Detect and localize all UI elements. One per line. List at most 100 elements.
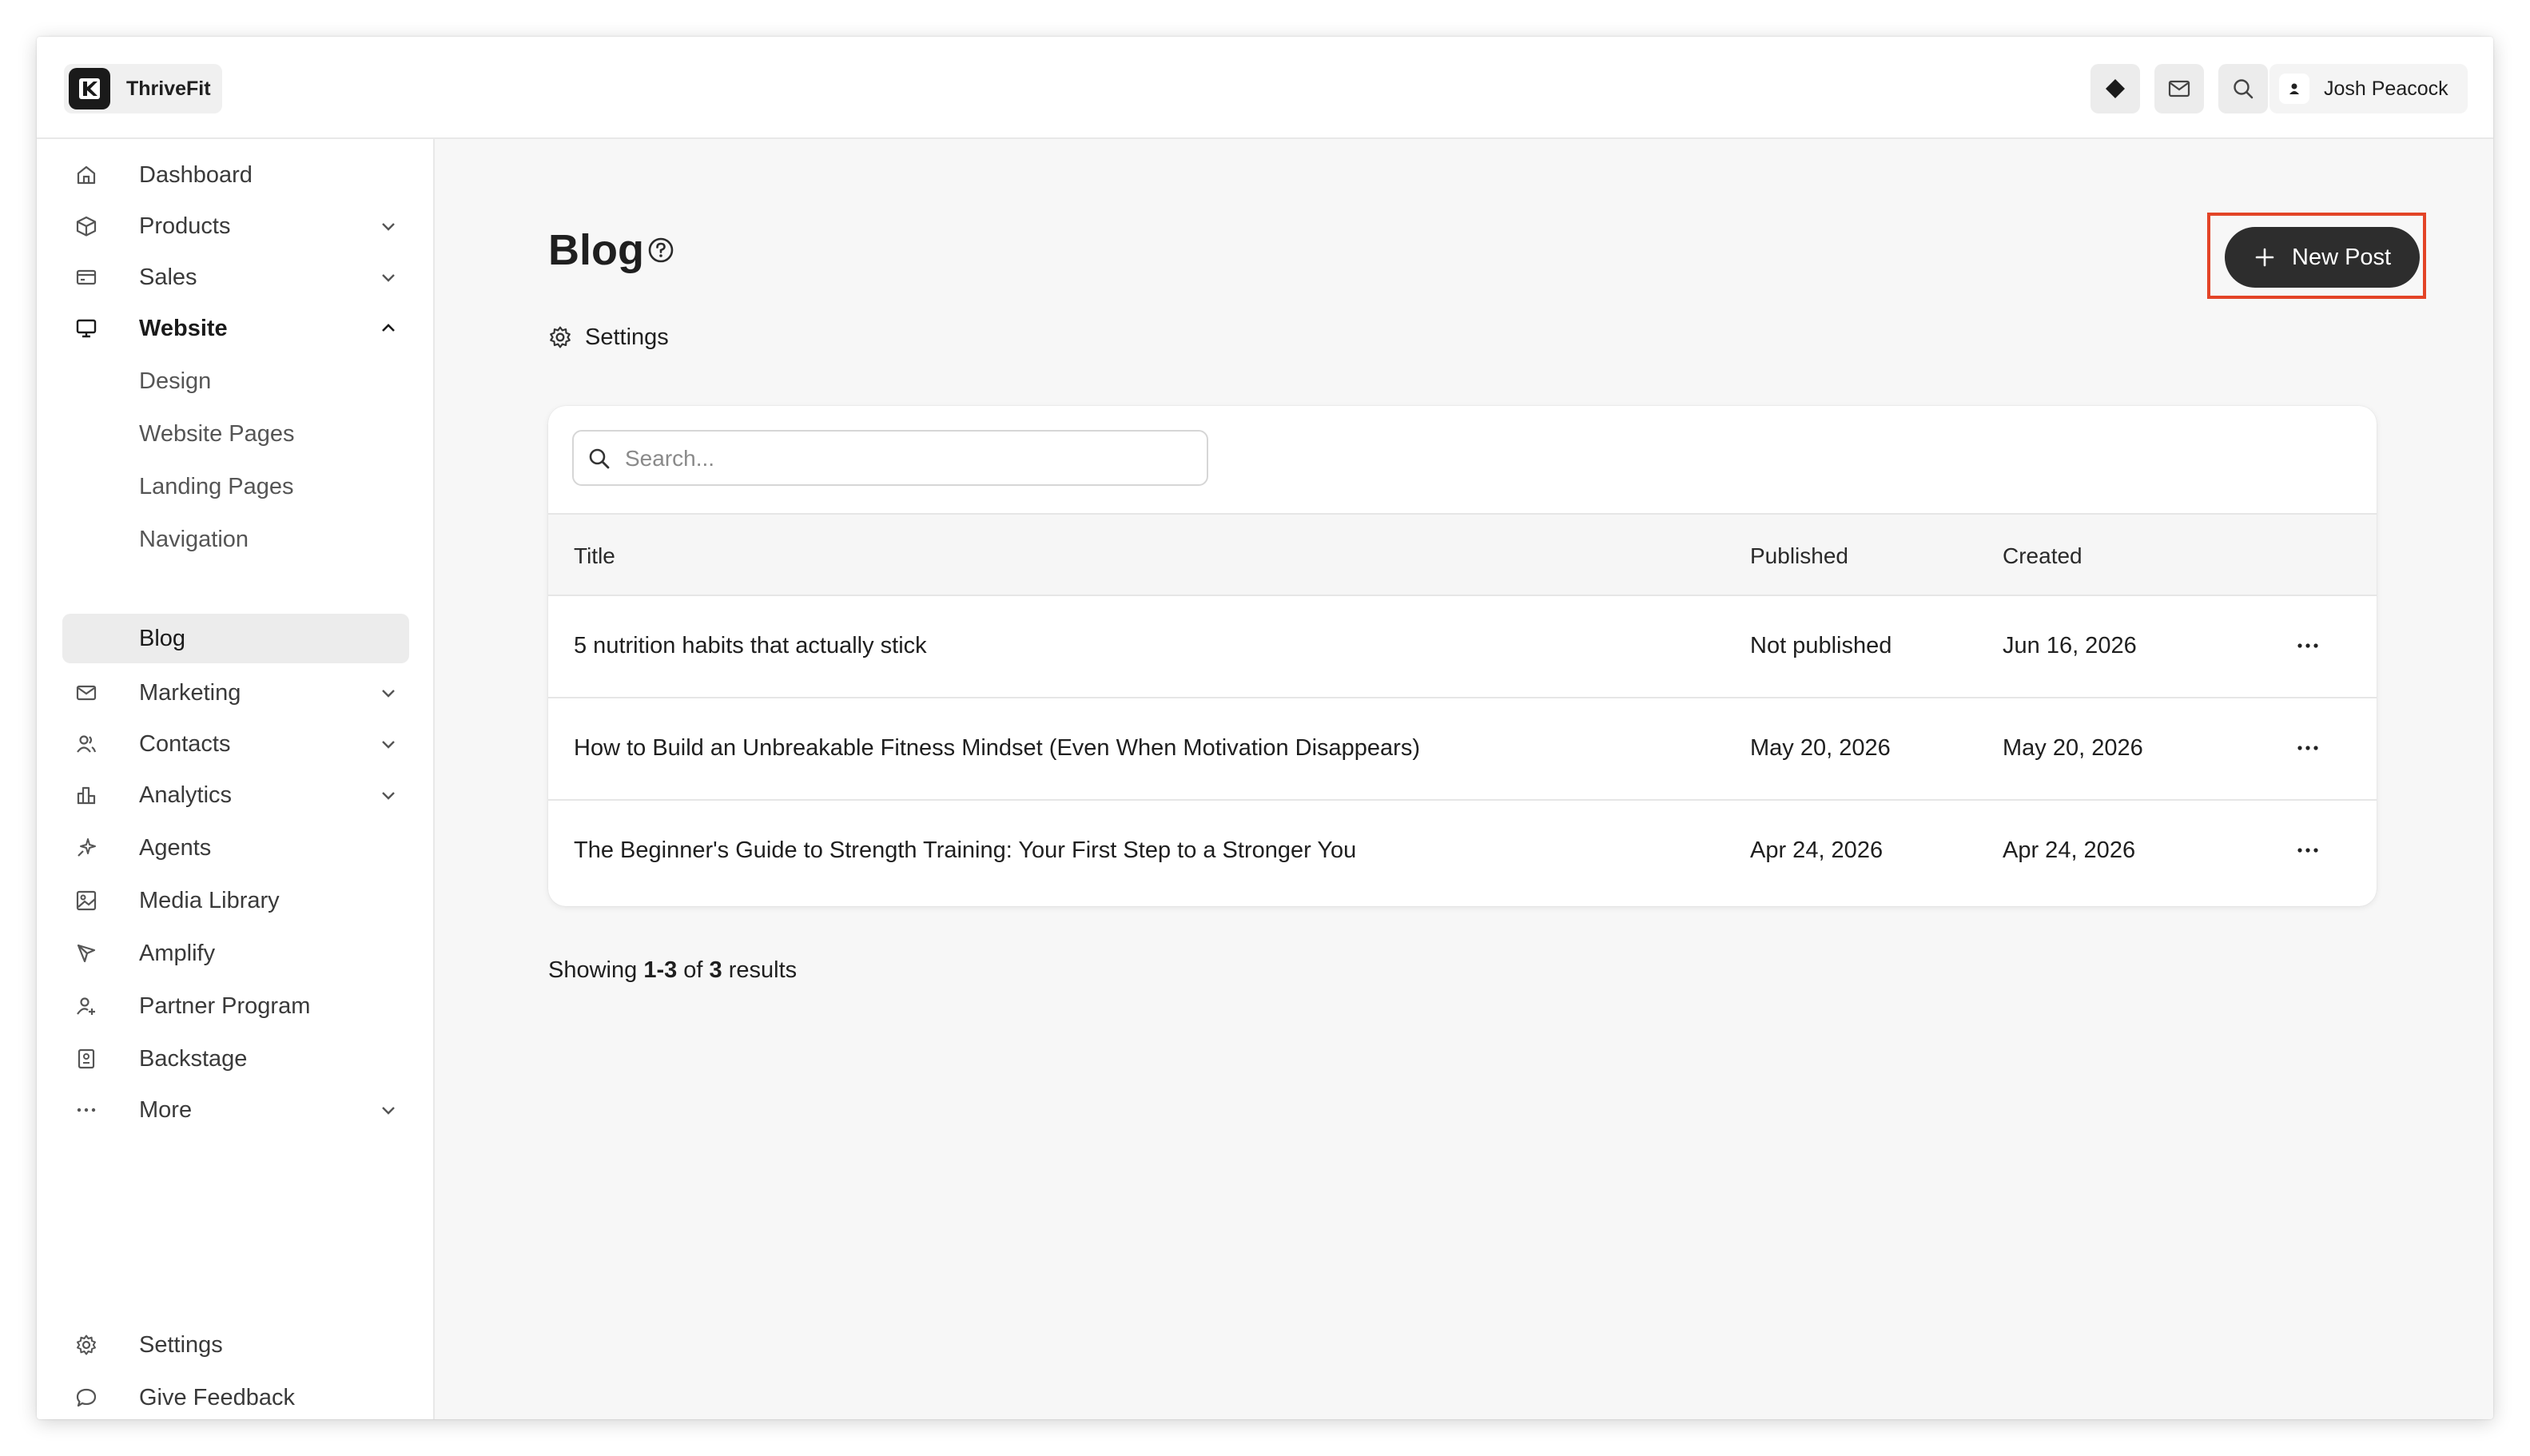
message-icon: [76, 1388, 97, 1407]
sidebar-item-settings[interactable]: Settings: [62, 1320, 409, 1370]
column-header-created[interactable]: Created: [2003, 543, 2082, 569]
more-horizontal-icon: [2297, 643, 2318, 648]
user-menu-button[interactable]: Josh Peacock: [2269, 64, 2468, 113]
sidebar-subitem-label: Website Pages: [139, 420, 295, 447]
post-created: May 20, 2026: [2003, 735, 2143, 761]
post-title[interactable]: The Beginner's Guide to Strength Trainin…: [574, 837, 1356, 864]
results-prefix: Showing: [548, 957, 638, 983]
sidebar-item-marketing[interactable]: Marketing: [62, 668, 409, 718]
table-row[interactable]: How to Build an Unbreakable Fitness Mind…: [548, 698, 2377, 801]
sidebar-item-website[interactable]: Website: [62, 304, 409, 353]
sidebar-item-label: Sales: [139, 264, 197, 290]
sidebar-item-label: Give Feedback: [139, 1384, 296, 1410]
sidebar-item-label: Backstage: [139, 1045, 248, 1072]
brand-switcher[interactable]: ThriveFit: [64, 64, 222, 113]
sidebar-item-label: Amplify: [139, 940, 216, 966]
upgrade-button[interactable]: [2090, 64, 2140, 113]
sidebar-item-label: Media Library: [139, 887, 280, 913]
sidebar-item-contacts[interactable]: Contacts: [62, 719, 409, 769]
sidebar-item-label: Partner Program: [139, 993, 311, 1019]
sidebar-item-label: Products: [139, 213, 231, 239]
post-published: Apr 24, 2026: [1750, 837, 1884, 863]
chevron-down-icon: [382, 690, 395, 698]
sidebar-item-label: Contacts: [139, 730, 231, 757]
results-summary: Showing 1-3 of 3 results: [548, 957, 797, 984]
brand-name: ThriveFit: [126, 77, 211, 100]
sidebar-item-amplify[interactable]: Amplify: [62, 929, 409, 978]
table-row[interactable]: 5 nutrition habits that actually stick N…: [548, 596, 2377, 698]
sidebar-item-more[interactable]: More: [62, 1085, 409, 1135]
sidebar-item-products[interactable]: Products: [62, 201, 409, 251]
sidebar-subitem-label: Navigation: [139, 526, 249, 552]
chevron-down-icon: [382, 223, 395, 231]
user-icon: [2289, 83, 2299, 94]
row-actions-button[interactable]: [2290, 730, 2325, 766]
blog-settings-link[interactable]: Settings: [548, 321, 669, 353]
sidebar-item-label: Agents: [139, 834, 212, 861]
sidebar-item-backstage[interactable]: Backstage: [62, 1034, 409, 1084]
sidebar-item-partner-program[interactable]: Partner Program: [62, 981, 409, 1031]
credit-card-icon: [76, 269, 97, 285]
sidebar-subitem-blog[interactable]: Blog: [62, 614, 409, 663]
row-actions-button[interactable]: [2290, 628, 2325, 663]
sidebar-item-agents[interactable]: Agents: [62, 823, 409, 873]
main-content: Blog Settings New Post Search... Title P…: [435, 139, 2493, 1419]
sidebar-item-analytics[interactable]: Analytics: [62, 770, 409, 820]
mail-icon: [76, 685, 97, 701]
sidebar-subitem-navigation[interactable]: Navigation: [62, 515, 409, 564]
sidebar-item-media-library[interactable]: Media Library: [62, 876, 409, 925]
inbox-button[interactable]: [2154, 64, 2204, 113]
results-suffix: results: [728, 957, 798, 983]
help-icon[interactable]: [647, 237, 674, 264]
results-total: 3: [709, 957, 722, 983]
chevron-down-icon: [382, 1107, 395, 1115]
post-title[interactable]: How to Build an Unbreakable Fitness Mind…: [574, 735, 1420, 762]
box-icon: [76, 216, 97, 237]
sidebar-item-sales[interactable]: Sales: [62, 253, 409, 302]
partner-icon: [77, 997, 95, 1015]
gear-icon: [550, 326, 571, 348]
send-icon: [77, 944, 96, 963]
sidebar-subitem-landing-pages[interactable]: Landing Pages: [62, 462, 409, 511]
blog-posts-card: Title Published Created 5 nutrition habi…: [548, 406, 2377, 906]
sidebar-item-dashboard[interactable]: Dashboard: [62, 150, 409, 200]
row-actions-button[interactable]: [2290, 833, 2325, 868]
sidebar-item-label: Analytics: [139, 782, 233, 808]
search-input[interactable]: [623, 440, 1186, 478]
sidebar-item-label: Settings: [139, 1331, 223, 1358]
sidebar-item-label: Marketing: [139, 679, 241, 706]
settings-link-label: Settings: [585, 324, 669, 350]
sidebar-subitem-website-pages[interactable]: Website Pages: [62, 409, 409, 459]
mail-icon: [2168, 80, 2190, 97]
new-post-label: New Post: [2292, 244, 2392, 270]
chevron-down-icon: [382, 274, 395, 282]
more-horizontal-icon: [77, 1108, 96, 1112]
sidebar-subitem-design[interactable]: Design: [62, 356, 409, 406]
more-horizontal-icon: [2297, 848, 2318, 853]
table-row[interactable]: The Beginner's Guide to Strength Trainin…: [548, 801, 2377, 903]
new-post-button[interactable]: New Post: [2225, 227, 2420, 288]
sidebar-item-label: More: [139, 1096, 193, 1123]
sidebar: Dashboard Products Sales Website Design …: [37, 139, 435, 1419]
post-created: Jun 16, 2026: [2003, 633, 2137, 658]
users-icon: [77, 735, 97, 753]
post-published: May 20, 2026: [1750, 735, 1891, 761]
top-bar: ThriveFit Josh Peacock: [37, 37, 2493, 139]
avatar: [2279, 74, 2309, 104]
post-created: Apr 24, 2026: [2003, 837, 2136, 863]
post-title[interactable]: 5 nutrition habits that actually stick: [574, 633, 927, 659]
results-range: 1-3: [643, 957, 678, 983]
global-search-button[interactable]: [2218, 64, 2268, 113]
chevron-up-icon: [382, 324, 395, 332]
table-header: Title Published Created: [548, 513, 2377, 596]
sidebar-item-give-feedback[interactable]: Give Feedback: [62, 1373, 409, 1419]
search-field[interactable]: [572, 430, 1208, 486]
column-header-title[interactable]: Title: [574, 543, 615, 569]
chevron-down-icon: [382, 792, 395, 800]
sidebar-subitem-label: Landing Pages: [139, 473, 294, 499]
diamond-icon: [2106, 79, 2125, 98]
brand-logo-icon: [69, 68, 110, 109]
search-icon: [2234, 79, 2254, 99]
column-header-published[interactable]: Published: [1750, 543, 1848, 569]
sidebar-subitem-label: Blog: [139, 625, 186, 651]
